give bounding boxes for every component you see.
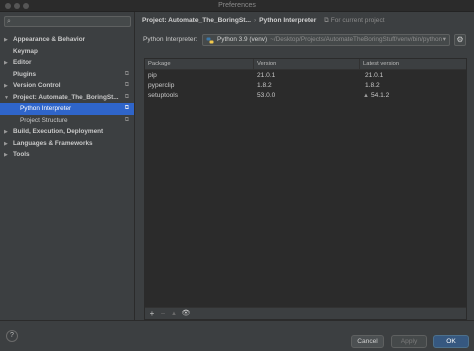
sidebar-item-python-interpreter[interactable]: Python Interpreter ⧉: [0, 103, 134, 115]
upgrade-package-button[interactable]: ▲: [169, 308, 179, 320]
interpreter-label: Python Interpreter:: [143, 36, 198, 43]
scope-label: For current project: [330, 17, 385, 24]
column-header-version[interactable]: Version: [254, 59, 360, 70]
settings-sidebar: ⌕ ▶ Appearance & Behavior Keymap ▶ Editor …: [0, 12, 135, 320]
sidebar-item-label: Appearance & Behavior: [13, 36, 86, 43]
settings-tree: ▶ Appearance & Behavior Keymap ▶ Editor Pl…: [0, 34, 134, 161]
sidebar-item-label: Python Interpreter: [20, 105, 72, 112]
table-row[interactable]: setuptools 53.0.0 ▲ 54.1.2: [145, 91, 466, 101]
packages-table: Package Version Latest version pip 21.0.…: [144, 58, 467, 320]
chevron-right-icon[interactable]: ▶: [4, 127, 13, 138]
sidebar-item-label: Project Structure: [20, 116, 68, 124]
sidebar-item-label: Tools: [13, 151, 30, 158]
apply-button[interactable]: Apply: [391, 335, 427, 348]
chevron-down-icon[interactable]: ▼: [4, 93, 13, 104]
table-header: Package Version Latest version: [145, 59, 466, 70]
package-latest-version: ▲ 54.1.2: [363, 92, 390, 99]
window-title: Preferences: [218, 2, 256, 9]
help-button[interactable]: ?: [6, 330, 18, 342]
gear-icon: ⚙: [456, 35, 464, 44]
breadcrumb-project: Project: Automate_The_BoringSt...: [142, 17, 251, 24]
chevron-right-icon[interactable]: ▶: [4, 150, 13, 161]
table-row[interactable]: pip 21.0.1 21.0.1: [145, 71, 466, 81]
interpreter-settings-button[interactable]: ⚙: [454, 34, 466, 46]
sidebar-item-build-execution-deployment[interactable]: ▶ Build, Execution, Deployment: [0, 126, 134, 138]
chevron-right-icon[interactable]: ▶: [4, 58, 13, 69]
project-scope-icon: ⧉: [324, 17, 329, 24]
sidebar-item-editor[interactable]: ▶ Editor: [0, 57, 134, 69]
eye-icon: 👁: [181, 310, 191, 317]
ok-button[interactable]: OK: [433, 335, 469, 348]
sidebar-item-plugins[interactable]: Plugins ⧉: [0, 69, 134, 81]
package-name: setuptools: [148, 92, 179, 99]
packages-toolbar: + − ▲ 👁: [145, 307, 466, 319]
package-version: 1.8.2: [257, 82, 272, 89]
breadcrumb-page: Python Interpreter: [259, 17, 317, 24]
package-name: pip: [148, 72, 157, 79]
sidebar-item-keymap[interactable]: Keymap: [0, 46, 134, 58]
sidebar-item-label: Languages & Frameworks: [13, 139, 93, 147]
chevron-right-icon[interactable]: ▶: [4, 35, 13, 46]
show-early-releases-button[interactable]: 👁: [181, 308, 191, 320]
add-package-button[interactable]: +: [147, 308, 157, 320]
interpreter-name: Python 3.9 (venv): [217, 36, 268, 43]
cancel-button[interactable]: Cancel: [351, 335, 384, 348]
sidebar-item-appearance-behavior[interactable]: ▶ Appearance & Behavior: [0, 34, 134, 46]
project-scope-icon: ⧉: [124, 70, 129, 77]
sidebar-item-project[interactable]: ▼ Project: Automate_The_BoringSt... ⧉: [0, 92, 134, 104]
sidebar-item-project-structure[interactable]: Project Structure ⧉: [0, 115, 134, 127]
sidebar-item-tools[interactable]: ▶ Tools: [0, 149, 134, 161]
sidebar-item-languages-frameworks[interactable]: ▶ Languages & Frameworks: [0, 138, 134, 150]
chevron-right-icon[interactable]: ▶: [4, 139, 13, 150]
settings-search-input[interactable]: ⌕: [4, 16, 131, 27]
breadcrumb: Project: Automate_The_BoringSt... › Python…: [142, 16, 385, 26]
package-latest-version: 1.8.2: [365, 82, 380, 89]
table-row[interactable]: pyperclip 1.8.2 1.8.2: [145, 81, 466, 91]
dialog-footer: ? Cancel Apply OK: [0, 320, 474, 351]
package-name: pyperclip: [148, 82, 175, 89]
chevron-right-icon[interactable]: ▶: [4, 81, 13, 92]
column-header-latest-version[interactable]: Latest version: [360, 59, 468, 70]
sidebar-item-version-control[interactable]: ▶ Version Control ⧉: [0, 80, 134, 92]
sidebar-item-label: Version Control: [13, 82, 61, 89]
column-header-package[interactable]: Package: [145, 59, 254, 70]
project-scope-icon: ⧉: [124, 116, 129, 123]
package-version: 21.0.1: [257, 72, 276, 79]
project-scope-icon: ⧉: [124, 105, 129, 111]
upgrade-available-icon: ▲: [363, 93, 369, 99]
settings-content: Project: Automate_The_BoringSt... › Python…: [136, 12, 474, 320]
search-icon: ⌕: [7, 18, 11, 25]
interpreter-select[interactable]: Python 3.9 (venv) ~/Desktop/Projects/Auto…: [202, 34, 450, 46]
sidebar-item-label: Build, Execution, Deployment: [13, 128, 104, 135]
package-latest-version: 21.0.1: [365, 72, 384, 79]
project-scope-icon: ⧉: [124, 82, 129, 88]
interpreter-path: ~/Desktop/Projects/AutomateTheBoringStuf…: [270, 36, 443, 43]
package-version: 53.0.0: [257, 92, 276, 99]
sidebar-item-label: Plugins: [13, 70, 37, 78]
title-bar: Preferences: [0, 0, 474, 12]
breadcrumb-separator: ›: [253, 17, 257, 24]
chevron-down-icon: ▾: [442, 36, 446, 43]
python-icon: [206, 37, 214, 44]
sidebar-item-label: Editor: [13, 59, 32, 66]
sidebar-item-label: Keymap: [13, 47, 38, 55]
sidebar-item-label: Project: Automate_The_BoringSt...: [13, 93, 119, 101]
remove-package-button[interactable]: −: [158, 308, 168, 320]
project-scope-icon: ⧉: [124, 93, 129, 100]
